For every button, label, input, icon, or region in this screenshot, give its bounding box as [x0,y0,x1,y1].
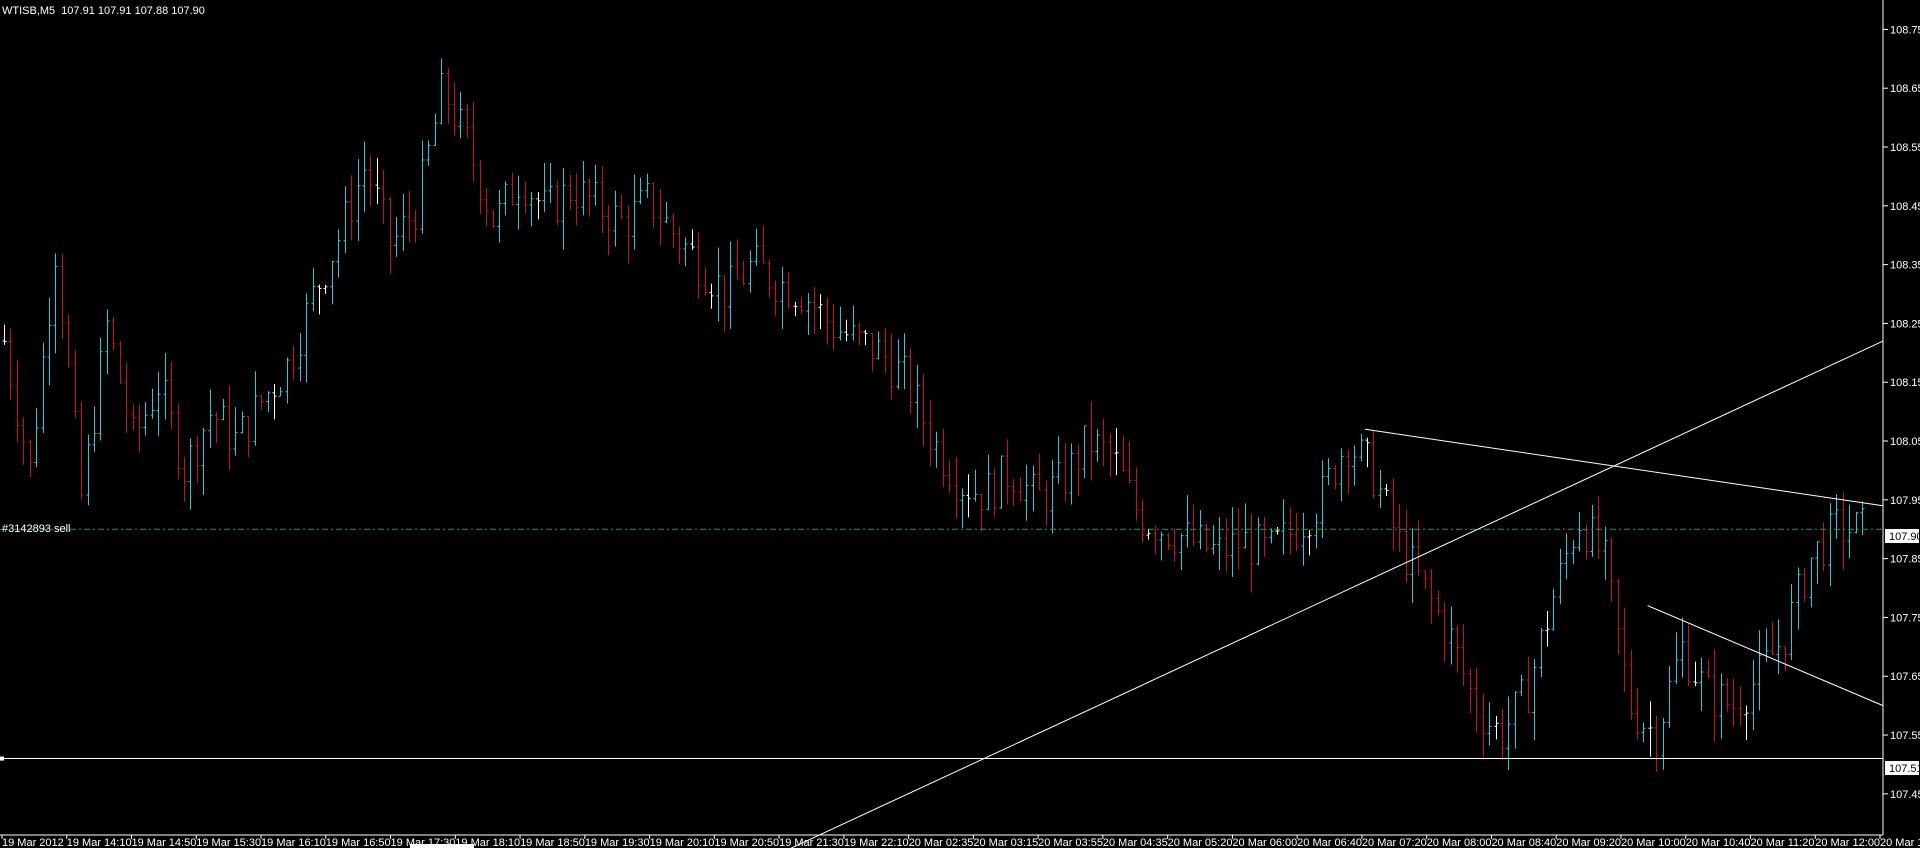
chart-container[interactable]: WTISB,M5 107.91 107.91 107.88 107.90 #314… [0,0,1920,848]
x-tick-label: 20 Mar 04:35 [1103,837,1168,848]
x-tick-label: 19 Mar 20:50 [714,837,779,848]
y-tick-label: 108.55 [1890,142,1920,154]
y-tick-label: 108.05 [1890,436,1920,448]
y-tick-label: 107.65 [1890,671,1920,683]
y-tick-label: 108.25 [1890,318,1920,330]
x-tick-label: 19 Mar 20:10 [650,837,715,848]
time-axis: 19 Mar 2012 19 Mar 14:10 19 Mar 14:50 19 Ma… [1,835,1920,848]
symbol-label: WTISB,M5 107.91 107.91 107.88 107.90 [2,5,205,17]
price-chart[interactable]: WTISB,M5 107.91 107.91 107.88 107.90 #314… [0,0,1920,848]
x-tick-label: 20 Mar 12:40 [1880,837,1920,848]
current-price-tag: 107.90 [1885,529,1920,543]
y-tick-label: 107.85 [1890,554,1920,566]
x-tick-label: 19 Mar 22:10 [844,837,909,848]
y-tick-label: 107.45 [1890,789,1920,801]
order-label: #3142893 sell [2,523,71,535]
support-price-value: 107.51 [1889,763,1920,775]
support-line-handle[interactable] [0,756,4,761]
x-tick-label: 20 Mar 06:40 [1297,837,1362,848]
x-tick-label: 20 Mar 10:00 [1621,837,1686,848]
y-tick-label: 107.95 [1890,495,1920,507]
y-tick-label: 108.65 [1890,83,1920,95]
x-tick-label: 19 Mar 18:50 [520,837,585,848]
x-tick-label: 20 Mar 03:55 [1038,837,1103,848]
y-tick-label: 108.15 [1890,377,1920,389]
x-tick-label: 20 Mar 05:20 [1168,837,1233,848]
x-tick-label: 20 Mar 09:20 [1556,837,1621,848]
x-tick-label: 20 Mar 11:20 [1750,837,1814,848]
x-tick-label: 20 Mar 06:00 [1232,837,1297,848]
x-tick-label: 20 Mar 10:40 [1686,837,1751,848]
support-price-tag: 107.51 [1885,761,1920,775]
x-tick-label: 19 Mar 16:50 [326,837,391,848]
scroll-marker[interactable] [410,844,474,848]
y-tick-label: 108.45 [1890,201,1920,213]
x-tick-label: 20 Mar 07:20 [1362,837,1427,848]
y-tick-label: 108.35 [1890,260,1920,272]
x-tick-label: 19 Mar 16:10 [261,837,326,848]
y-tick-label: 107.55 [1890,730,1920,742]
current-price-value: 107.90 [1889,531,1920,543]
x-tick-label: 19 Mar 19:30 [585,837,650,848]
x-tick-label: 19 Mar 14:10 [67,837,132,848]
x-tick-label: 20 Mar 08:00 [1427,837,1492,848]
x-tick-label: 19 Mar 21:30 [779,837,844,848]
x-tick-label: 20 Mar 03:15 [973,837,1038,848]
chart-background [0,0,1920,848]
x-tick-label: 19 Mar 15:30 [196,837,261,848]
x-tick-label: 20 Mar 08:40 [1491,837,1556,848]
y-tick-label: 108.75 [1890,24,1920,36]
x-tick-label: 19 Mar 2012 [2,837,64,848]
x-tick-label: 20 Mar 12:00 [1815,837,1880,848]
x-tick-label: 19 Mar 14:50 [132,837,197,848]
y-tick-label: 107.75 [1890,612,1920,624]
x-tick-label: 20 Mar 02:35 [909,837,974,848]
